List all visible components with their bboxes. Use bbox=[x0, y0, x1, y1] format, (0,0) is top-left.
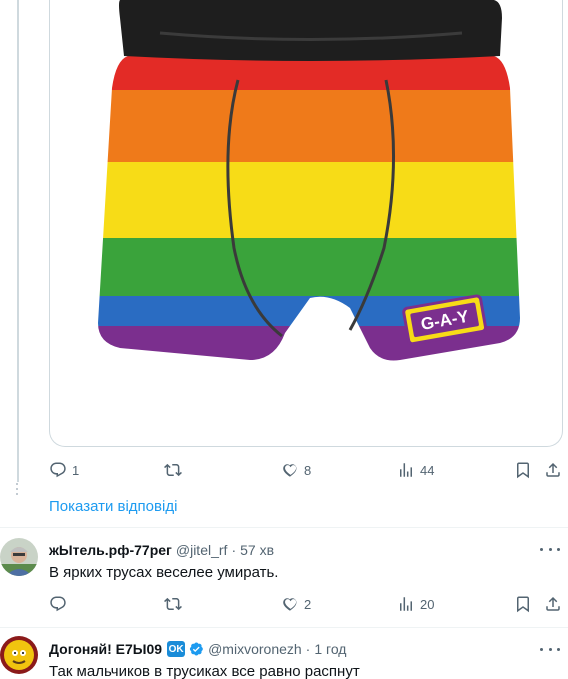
divider bbox=[0, 627, 568, 628]
like-count: 2 bbox=[304, 596, 312, 612]
separator-dot: · bbox=[231, 542, 237, 558]
verified-icon bbox=[189, 642, 203, 656]
tweet-time[interactable]: 57 хв bbox=[240, 542, 274, 558]
like-count: 8 bbox=[304, 462, 312, 478]
tweet-action-bar: 2 20 bbox=[49, 593, 568, 615]
tweet-text: Так мальчиков в трусиках все равно распн… bbox=[49, 663, 360, 679]
views-count: 44 bbox=[420, 462, 435, 478]
tweet-action-bar: 1 8 44 bbox=[49, 459, 568, 481]
bookmark-button[interactable] bbox=[514, 461, 532, 479]
divider bbox=[0, 527, 568, 528]
reply-count: 1 bbox=[72, 462, 80, 478]
views-button[interactable]: 44 bbox=[397, 461, 434, 479]
avatar[interactable] bbox=[0, 636, 38, 674]
author-handle[interactable]: @mixvoronezh bbox=[208, 641, 302, 657]
more-icon[interactable] bbox=[540, 542, 560, 556]
rainbow-boxers-illustration: G-A-Y bbox=[98, 0, 520, 361]
avatar[interactable] bbox=[0, 538, 38, 576]
author-handle[interactable]: @jitel_rf bbox=[176, 542, 228, 558]
bookmark-icon bbox=[517, 596, 529, 613]
avatar-image bbox=[0, 636, 38, 674]
like-icon bbox=[283, 598, 297, 611]
thread-line bbox=[17, 0, 19, 482]
views-icon bbox=[400, 597, 412, 611]
show-replies-link[interactable]: Показати відповіді bbox=[49, 498, 177, 515]
retweet-icon bbox=[164, 463, 182, 477]
views-icon bbox=[400, 463, 412, 477]
retweet-button[interactable] bbox=[164, 595, 187, 613]
reply-button[interactable] bbox=[49, 595, 72, 613]
retweet-icon bbox=[164, 597, 182, 611]
views-count: 20 bbox=[420, 596, 435, 612]
share-icon bbox=[546, 462, 560, 477]
like-button[interactable]: 2 bbox=[281, 595, 311, 613]
share-icon bbox=[546, 596, 560, 611]
thread-dots bbox=[12, 483, 18, 498]
reply-button[interactable]: 1 bbox=[49, 461, 79, 479]
tweet-text: В ярких трусах веселее умирать. bbox=[49, 564, 279, 581]
tweet-header: Догоняй! Е7Ы09 OK @mixvoronezh · 1 год bbox=[49, 641, 346, 657]
like-button[interactable]: 8 bbox=[281, 461, 311, 479]
retweet-button[interactable] bbox=[164, 461, 187, 479]
tweet-header: жЫтель.рф-77рег @jitel_rf · 57 хв bbox=[49, 542, 274, 558]
reply-icon bbox=[50, 462, 66, 478]
tweet-time[interactable]: 1 год bbox=[314, 641, 346, 657]
author-name[interactable]: Догоняй! Е7Ы09 bbox=[49, 641, 162, 657]
avatar-image bbox=[0, 538, 38, 576]
views-button[interactable]: 20 bbox=[397, 595, 434, 613]
share-button[interactable] bbox=[544, 461, 562, 479]
reply-icon bbox=[50, 596, 66, 612]
bookmark-icon bbox=[517, 462, 529, 479]
ok-badge: OK bbox=[167, 641, 186, 657]
bookmark-button[interactable] bbox=[514, 595, 532, 613]
like-icon bbox=[283, 464, 297, 477]
separator-dot: · bbox=[305, 641, 311, 657]
author-name[interactable]: жЫтель.рф-77рег bbox=[49, 542, 172, 558]
share-button[interactable] bbox=[544, 595, 562, 613]
more-icon[interactable] bbox=[540, 642, 560, 656]
tweet-media-image[interactable]: G-A-Y bbox=[49, 0, 563, 447]
